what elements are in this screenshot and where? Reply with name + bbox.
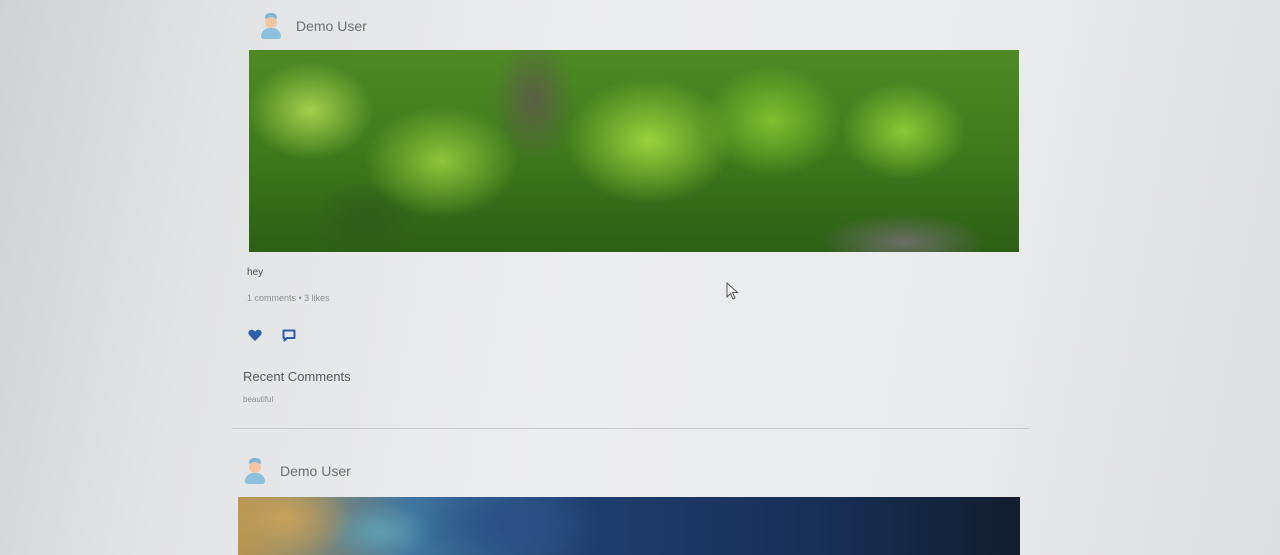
comment-button[interactable] [280,326,298,344]
heart-icon [248,329,262,341]
recent-comments-heading: Recent Comments [243,369,351,384]
user-avatar-icon[interactable] [258,12,284,40]
like-button[interactable] [246,326,264,344]
comment-item: beautiful [243,395,274,404]
post-stats: 1 comments • 3 likes [247,293,330,303]
post-image[interactable] [238,497,1020,555]
mouse-cursor-icon [726,282,739,300]
post-caption: hey [247,267,264,278]
post-actions [246,326,314,344]
post-card: Demo User [228,445,1034,555]
post-header: Demo User [258,12,367,40]
post-card: Demo User hey 1 comments • 3 likes Recen… [228,0,1034,430]
post-feed: Demo User hey 1 comments • 3 likes Recen… [228,0,1034,555]
comment-icon [282,329,296,341]
post-divider [232,428,1030,429]
post-image[interactable] [249,50,1019,252]
post-header: Demo User [242,457,351,485]
user-avatar-icon[interactable] [242,457,268,485]
post-author-name[interactable]: Demo User [296,18,367,34]
post-author-name[interactable]: Demo User [280,463,351,479]
